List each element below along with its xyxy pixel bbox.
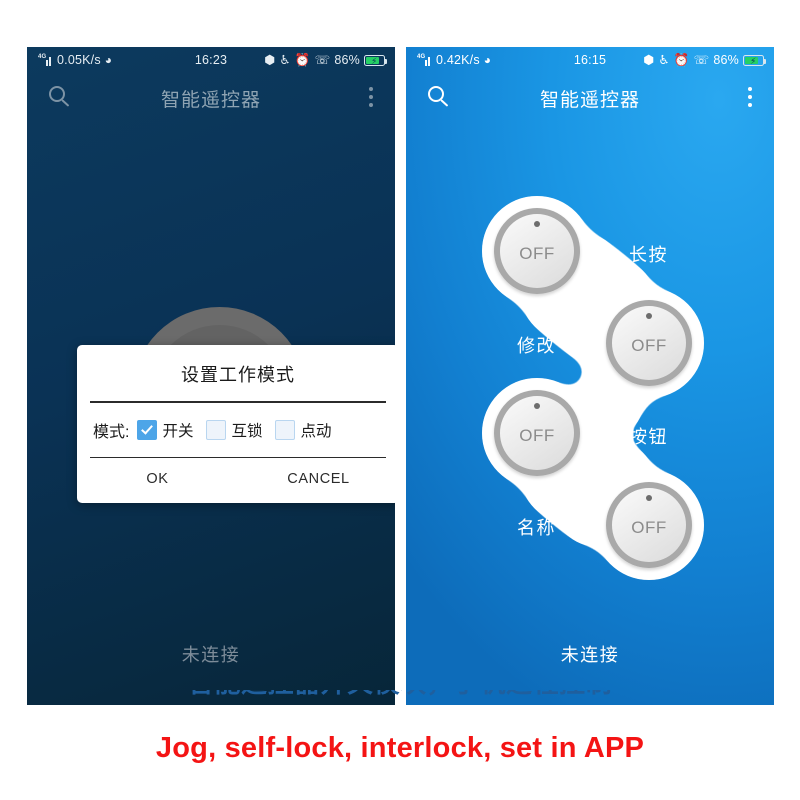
dialog-actions: OK CANCEL [77, 458, 395, 503]
cancel-button[interactable]: CANCEL [238, 471, 395, 487]
checkbox-box-switch[interactable] [137, 419, 158, 440]
relay-button-3[interactable]: OFF [494, 390, 580, 476]
checkbox-option-jog[interactable]: 点动 [275, 419, 332, 441]
battery-charging-icon: ⚡ [364, 54, 388, 66]
relay-button-1[interactable]: OFF [494, 208, 580, 294]
checkbox-box-jog[interactable] [275, 419, 296, 440]
overflow-menu-icon[interactable] [369, 87, 373, 107]
checkbox-label-switch: 开关 [162, 422, 194, 440]
relay-button-2[interactable]: OFF [606, 300, 692, 386]
connection-status-label: 未连接 [560, 645, 620, 665]
cluster-connector-shape [482, 196, 704, 580]
dialog-title: 设置工作模式 [181, 365, 295, 385]
relay-button-4[interactable]: OFF [606, 482, 692, 568]
mode-checkbox-group: 开关 互锁 点动 [137, 419, 332, 441]
pad-label-long-press: 长按 [629, 245, 668, 265]
checkbox-option-interlock[interactable]: 互锁 [206, 419, 262, 441]
checkbox-label-interlock: 互锁 [231, 422, 263, 440]
screenshot-root: 4G 0.05K/s ◕ 16:23 ⬢ ♿ ⏰ ☏ 86% ⚡ 智能遥控器 设… [0, 0, 800, 800]
caption-text: Jog, self-lock, interlock, set in APP [155, 732, 645, 764]
pad-label-button: 按钮 [629, 427, 668, 447]
mode-field-label: 模式: [93, 423, 130, 441]
status-dot-icon [646, 313, 652, 319]
dialog-body: 模式: 开关 互锁 点动 [77, 403, 395, 457]
relay-button-2-state: OFF [631, 336, 667, 355]
pad-label-name: 名称 [517, 518, 556, 538]
checkbox-box-interlock[interactable] [206, 419, 227, 440]
status-dot-icon [646, 495, 652, 501]
phone-screen-right: 4G 0.42K/s ◕ 16:15 ⬢ ♿ ⏰ ☏ 86% ⚡ 智能遥控器 O… [406, 47, 774, 705]
relay-button-1-state: OFF [519, 244, 555, 263]
relay-button-4-state: OFF [631, 518, 667, 537]
clock-label: 16:23 [194, 53, 228, 67]
status-dot-icon [534, 403, 540, 409]
pad-label-modify: 修改 [517, 336, 556, 356]
work-mode-dialog: 设置工作模式 模式: 开关 互锁 点动 OK CANCEL [77, 345, 395, 503]
status-dot-icon [534, 221, 540, 227]
phone-screen-left: 4G 0.05K/s ◕ 16:23 ⬢ ♿ ⏰ ☏ 86% ⚡ 智能遥控器 设… [27, 47, 395, 705]
checkbox-option-switch[interactable]: 开关 [137, 419, 193, 441]
relay-button-3-state: OFF [519, 426, 555, 445]
app-bar-left: 智能遥控器 [27, 73, 395, 123]
button-cluster: OFF OFF OFF OFF 长按 修改 按钮 名称 [406, 47, 774, 705]
app-title: 智能遥控器 [160, 90, 261, 111]
ok-button[interactable]: OK [77, 471, 238, 487]
checkbox-label-jog: 点动 [300, 422, 332, 440]
status-bar-left: 4G 0.05K/s ◕ 16:23 ⬢ ♿ ⏰ ☏ 86% ⚡ [27, 47, 395, 73]
clipped-headline: 智能遥控器开关模块，手机远程控制 [0, 690, 800, 712]
connection-status-label: 未连接 [181, 645, 241, 665]
